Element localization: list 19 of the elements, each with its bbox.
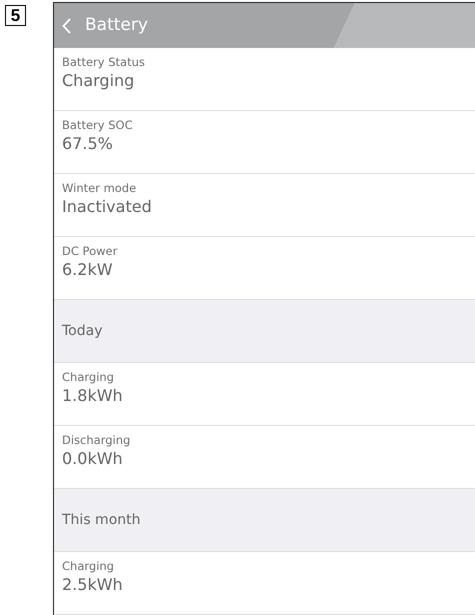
item-label: DC Power [62, 243, 118, 260]
item-label: Winter mode [62, 180, 136, 197]
screen-title: Battery [85, 14, 148, 37]
item-label: Discharging [62, 432, 130, 449]
item-value: 0.0kWh [62, 449, 123, 470]
item-value: Charging [62, 71, 134, 92]
back-icon[interactable] [62, 18, 71, 34]
section-title: Today [62, 322, 102, 340]
item-label: Charging [62, 558, 114, 575]
item-value: 2.5kWh [62, 575, 123, 596]
item-value: 1.8kWh [62, 386, 123, 408]
step-number: 5 [5, 5, 26, 26]
item-label: Charging [62, 369, 114, 386]
item-value: Inactivated [62, 197, 152, 218]
section-title: This month [62, 510, 140, 530]
item-label: Battery Status [62, 54, 145, 71]
item-value: 67.5% [62, 134, 113, 156]
item-value: 6.2kW [62, 260, 113, 282]
item-label: Battery SOC [62, 117, 133, 134]
